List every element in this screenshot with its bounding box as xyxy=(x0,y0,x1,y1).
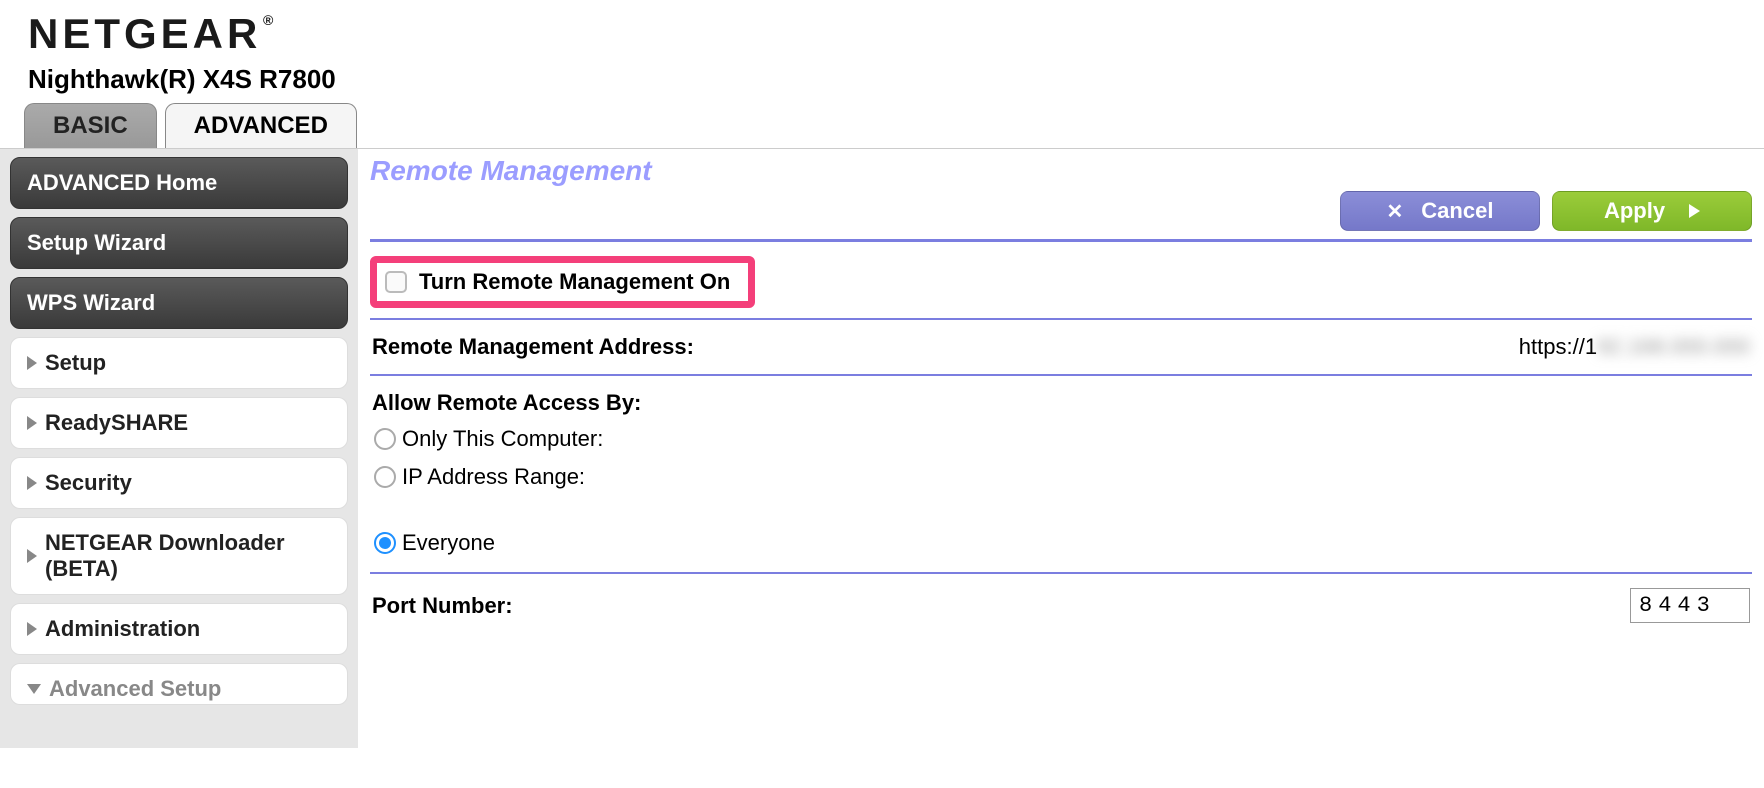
port-row: Port Number: xyxy=(370,584,1752,627)
sidebar: ADVANCED Home Setup Wizard WPS Wizard Se… xyxy=(0,149,358,748)
page-title: Remote Management xyxy=(370,155,1752,187)
sidebar-item-downloader[interactable]: NETGEAR Downloader (BETA) xyxy=(10,517,348,595)
radio-label: IP Address Range: xyxy=(402,464,585,490)
close-icon: ✕ xyxy=(1387,199,1404,224)
radio-label: Everyone xyxy=(402,530,495,556)
sidebar-item-label: Advanced Setup xyxy=(49,676,221,702)
address-label: Remote Management Address: xyxy=(372,334,694,360)
cancel-button[interactable]: ✕ Cancel xyxy=(1340,191,1540,231)
sidebar-item-advanced-setup[interactable]: Advanced Setup xyxy=(10,663,348,705)
tabs: BASIC ADVANCED xyxy=(0,103,1764,148)
radio-input[interactable] xyxy=(374,428,396,450)
divider xyxy=(370,239,1752,242)
address-row: Remote Management Address: https://192.1… xyxy=(370,330,1752,364)
play-icon xyxy=(1689,204,1700,218)
radio-input[interactable] xyxy=(374,466,396,488)
model-name: Nighthawk(R) X4S R7800 xyxy=(28,64,1744,95)
cancel-label: Cancel xyxy=(1421,198,1493,224)
chevron-right-icon xyxy=(27,356,37,370)
chevron-right-icon xyxy=(27,476,37,490)
sidebar-advanced-home[interactable]: ADVANCED Home xyxy=(10,157,348,209)
radio-only-this[interactable]: Only This Computer: xyxy=(370,420,1752,458)
sidebar-item-readyshare[interactable]: ReadySHARE xyxy=(10,397,348,449)
radio-ip-range[interactable]: IP Address Range: xyxy=(370,458,1752,496)
port-input[interactable] xyxy=(1630,588,1750,623)
chevron-down-icon xyxy=(27,684,41,694)
action-bar: ✕ Cancel Apply xyxy=(370,191,1752,231)
apply-label: Apply xyxy=(1604,198,1665,224)
sidebar-setup-wizard[interactable]: Setup Wizard xyxy=(10,217,348,269)
apply-button[interactable]: Apply xyxy=(1552,191,1752,231)
turn-on-highlight: Turn Remote Management On xyxy=(370,256,755,308)
sidebar-wps-wizard[interactable]: WPS Wizard xyxy=(10,277,348,329)
brand-logo: NETGEAR® xyxy=(28,10,261,58)
chevron-right-icon xyxy=(27,416,37,430)
port-label: Port Number: xyxy=(372,593,513,619)
chevron-right-icon xyxy=(27,622,37,636)
address-value: https://192.168.000.000 xyxy=(1519,334,1750,360)
sidebar-item-label: ReadySHARE xyxy=(45,410,188,436)
divider xyxy=(370,572,1752,574)
radio-label: Only This Computer: xyxy=(402,426,603,452)
sidebar-item-security[interactable]: Security xyxy=(10,457,348,509)
divider xyxy=(370,374,1752,376)
sidebar-item-label: Setup xyxy=(45,350,106,376)
turn-on-label: Turn Remote Management On xyxy=(419,269,730,295)
divider xyxy=(370,318,1752,320)
sidebar-item-label: Security xyxy=(45,470,132,496)
radio-everyone[interactable]: Everyone xyxy=(370,524,1752,562)
sidebar-item-label: NETGEAR Downloader (BETA) xyxy=(45,530,335,582)
main-panel: Remote Management ✕ Cancel Apply Turn Re… xyxy=(358,149,1764,748)
tab-advanced[interactable]: ADVANCED xyxy=(165,103,357,148)
tab-basic[interactable]: BASIC xyxy=(24,103,157,148)
allow-label: Allow Remote Access By: xyxy=(370,386,1752,420)
turn-on-checkbox[interactable] xyxy=(385,271,407,293)
chevron-right-icon xyxy=(27,549,37,563)
sidebar-item-setup[interactable]: Setup xyxy=(10,337,348,389)
radio-input[interactable] xyxy=(374,532,396,554)
sidebar-item-administration[interactable]: Administration xyxy=(10,603,348,655)
sidebar-item-label: Administration xyxy=(45,616,200,642)
